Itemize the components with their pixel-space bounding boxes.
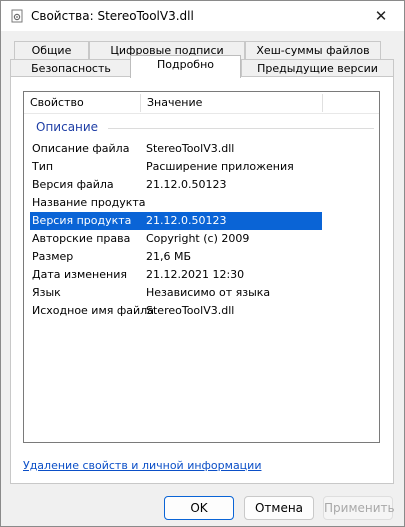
title-bar: Свойства: StereoToolV3.dll ✕ (1, 1, 404, 31)
window-title: Свойства: StereoToolV3.dll (31, 9, 194, 23)
property-name: Размер (32, 250, 74, 263)
list-item[interactable]: Размер 21,6 МБ (30, 248, 322, 266)
list-item-selected[interactable]: Версия продукта 21.12.0.50123 (30, 212, 322, 230)
property-name: Описание файла (32, 142, 130, 155)
list-item[interactable]: Версия файла 21.12.0.50123 (30, 176, 322, 194)
list-item[interactable]: Тип Расширение приложения (30, 158, 322, 176)
tab-file-hashes[interactable]: Хеш-суммы файлов (245, 41, 381, 60)
remove-properties-link[interactable]: Удаление свойств и личной информации (23, 459, 261, 472)
dll-file-icon (10, 9, 24, 23)
property-value: 21.12.0.50123 (146, 178, 227, 191)
property-value: Расширение приложения (146, 160, 294, 173)
property-name: Тип (32, 160, 54, 173)
property-value: Независимо от языка (146, 286, 271, 299)
list-header: Свойство Значение (24, 92, 379, 114)
column-divider[interactable] (322, 94, 323, 112)
property-name: Версия продукта (32, 214, 132, 227)
tab-details[interactable]: Подробно (130, 55, 241, 78)
property-name: Название продукта (32, 196, 146, 209)
property-name: Версия файла (32, 178, 114, 191)
close-icon: ✕ (374, 7, 388, 25)
close-button[interactable]: ✕ (362, 3, 400, 29)
property-name: Язык (32, 286, 61, 299)
details-panel: Свойство Значение Описание Описание файл… (10, 76, 394, 484)
properties-dialog: Свойства: StereoToolV3.dll ✕ Общие Цифро… (0, 0, 405, 527)
column-header-property[interactable]: Свойство (24, 92, 140, 114)
property-value: StereoToolV3.dll (146, 142, 235, 155)
group-divider (108, 128, 374, 129)
property-name: Авторские права (32, 232, 131, 245)
column-header-value[interactable]: Значение (141, 92, 321, 114)
list-item[interactable]: Язык Независимо от языка (30, 284, 322, 302)
property-value: 21.12.2021 12:30 (146, 268, 245, 281)
list-item[interactable]: Авторские права Copyright (c) 2009 (30, 230, 322, 248)
apply-button[interactable]: Применить (323, 496, 395, 520)
property-name: Дата изменения (32, 268, 127, 281)
list-item[interactable]: Дата изменения 21.12.2021 12:30 (30, 266, 322, 284)
list-item[interactable]: Название продукта (30, 194, 322, 212)
group-label-description: Описание (36, 120, 99, 134)
cancel-button[interactable]: Отмена (244, 496, 314, 520)
property-value: Copyright (c) 2009 (146, 232, 250, 245)
list-item[interactable]: Описание файла StereoToolV3.dll (30, 140, 322, 158)
property-value: 21.12.0.50123 (146, 214, 227, 227)
properties-list[interactable]: Свойство Значение Описание Описание файл… (23, 91, 380, 443)
property-value: StereoToolV3.dll (146, 304, 235, 317)
tab-general[interactable]: Общие (14, 41, 89, 60)
ok-button[interactable]: OK (164, 496, 234, 520)
property-name: Исходное имя файла (32, 304, 154, 317)
property-value: 21,6 МБ (146, 250, 192, 263)
list-item[interactable]: Исходное имя файла StereoToolV3.dll (30, 302, 322, 320)
